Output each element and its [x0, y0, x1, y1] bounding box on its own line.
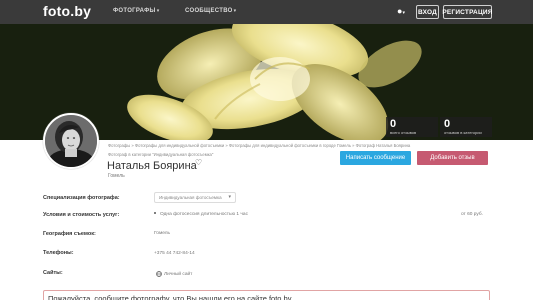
personal-site-link[interactable]: Личный сайт: [164, 272, 192, 277]
chevron-down-icon: ▾: [228, 194, 231, 200]
login-button[interactable]: ВХОД: [416, 5, 439, 19]
register-button[interactable]: РЕГИСТРАЦИЯ: [442, 5, 492, 19]
sites-label: Сайты:: [43, 270, 63, 276]
phones-label: Телефоны:: [43, 250, 74, 256]
avatar: [43, 113, 99, 169]
chevron-down-icon: ▾: [233, 8, 237, 14]
photographer-city: Гомель: [108, 173, 125, 179]
conditions-value: Одна фотосессия длительностью 1 час: [160, 212, 249, 217]
web-icon: [156, 271, 162, 277]
reviews-category-count: 0: [444, 118, 451, 130]
conditions-price: от 60 руб.: [461, 212, 483, 217]
add-review-button[interactable]: Добавить отзыв: [417, 151, 488, 165]
nav-community[interactable]: СООБЩЕСТВО▾: [185, 8, 236, 14]
reviews-total-box: 0 всего отзывов: [386, 117, 438, 137]
heart-icon[interactable]: ♡: [195, 158, 202, 167]
specialization-select[interactable]: Индивидуальная фотосъемка ▾: [154, 192, 236, 203]
conditions-label: Условия и стоимость услуг:: [43, 212, 120, 218]
specialization-value: Индивидуальная фотосъемка: [159, 195, 222, 200]
specialization-label: Специализация фотографа:: [43, 195, 120, 201]
language-switcher[interactable]: ●▾: [397, 6, 405, 19]
nav-community-label: СООБЩЕСТВО: [185, 8, 233, 14]
chevron-down-icon: ▾: [156, 8, 160, 14]
bullet-icon: [154, 212, 156, 214]
chevron-down-icon: ▾: [402, 10, 405, 16]
photographer-name: Наталья Боярина: [107, 160, 197, 172]
top-navbar: foto.by ФОТОГРАФЫ▾ СООБЩЕСТВО▾ ●▾ ВХОД Р…: [0, 0, 533, 24]
reviews-total-label: всего отзывов: [390, 130, 417, 135]
nav-photographers-label: ФОТОГРАФЫ: [113, 8, 156, 14]
breadcrumb[interactable]: Фотографы » Фотографы для индивидуальной…: [108, 143, 410, 148]
category-caption: Фотограф в категории "Индивидуальная фот…: [108, 152, 214, 157]
nav-photographers[interactable]: ФОТОГРАФЫ▾: [113, 8, 160, 14]
geography-label: География съемок:: [43, 231, 96, 237]
phone-value[interactable]: +375 44 742-84-14: [154, 251, 195, 256]
reviews-category-label: отзывов в категории: [444, 130, 482, 135]
reviews-total-count: 0: [390, 118, 397, 130]
site-logo[interactable]: foto.by: [43, 3, 91, 19]
write-message-button[interactable]: Написать сообщение: [340, 151, 411, 165]
notice-banner: Пожалуйста, сообщите фотографу, что Вы н…: [43, 290, 490, 300]
geography-value: Гомель: [154, 231, 171, 236]
reviews-category-box: 0 отзывов в категории: [440, 117, 492, 137]
